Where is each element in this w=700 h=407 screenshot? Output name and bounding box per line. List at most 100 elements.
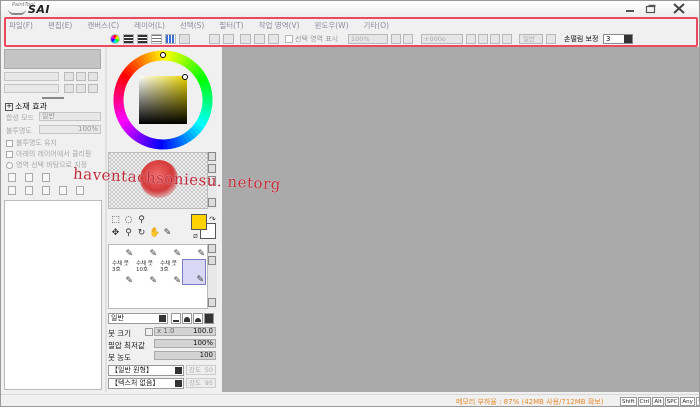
zoom-icon[interactable]: ⚲ bbox=[123, 228, 134, 239]
menu-select[interactable]: 선택(S) bbox=[180, 20, 204, 31]
menu-view[interactable]: 작업 영역(V) bbox=[259, 20, 300, 31]
deselect-icon[interactable] bbox=[240, 34, 251, 44]
select-source-radio[interactable] bbox=[6, 161, 13, 169]
navigator-angle-field[interactable] bbox=[4, 84, 59, 93]
protect-opacity-checkbox[interactable] bbox=[6, 139, 13, 147]
rotate-right-icon[interactable] bbox=[478, 34, 488, 44]
redo-icon[interactable] bbox=[223, 34, 234, 44]
hsv-slider-toggle-icon[interactable] bbox=[137, 34, 148, 44]
brush-scroll-down-icon[interactable] bbox=[208, 298, 216, 307]
stabilizer-select[interactable]: 3 bbox=[603, 34, 633, 44]
hue-picker-handle[interactable] bbox=[160, 52, 166, 58]
undo-icon[interactable] bbox=[209, 34, 220, 44]
rotate-reset-icon[interactable] bbox=[490, 34, 500, 44]
minimize-button[interactable] bbox=[622, 2, 638, 15]
canvas-area[interactable] bbox=[222, 47, 699, 392]
invert-selection-icon[interactable] bbox=[254, 34, 265, 44]
brush-shape-select[interactable]: 【일반 원형】 bbox=[108, 365, 184, 376]
clip-lower-checkbox[interactable] bbox=[6, 150, 13, 158]
nav-zoom-in-icon[interactable] bbox=[76, 72, 86, 81]
mixer-toggle-icon[interactable] bbox=[151, 34, 162, 44]
foreground-color-swatch[interactable] bbox=[191, 214, 207, 230]
blend-mode-select[interactable]: 일반 bbox=[108, 313, 168, 324]
hand-icon[interactable]: ✋ bbox=[149, 228, 160, 239]
brush-scroll-up-icon[interactable] bbox=[208, 244, 216, 253]
magic-wand-icon[interactable]: ⚲ bbox=[136, 215, 147, 226]
menu-window[interactable]: 윈도우(W) bbox=[315, 20, 349, 31]
merge-down-icon[interactable] bbox=[25, 186, 33, 195]
scratchpad-scroll-up-icon[interactable] bbox=[208, 152, 216, 161]
brush-slot-top-4[interactable]: ✎ bbox=[182, 246, 206, 259]
zoom-out-icon[interactable] bbox=[391, 34, 401, 44]
color-wheel-toggle-icon[interactable] bbox=[110, 34, 120, 44]
brush-slot-top-3[interactable]: ✎ bbox=[158, 246, 182, 259]
opacity-slider[interactable]: 100% bbox=[39, 125, 101, 134]
clear-layer-icon[interactable] bbox=[59, 186, 67, 195]
select-all-icon[interactable] bbox=[268, 34, 279, 44]
clip-lower-row[interactable]: 아래의 레이어에서 클리핑 bbox=[6, 149, 91, 159]
shape-strength-field[interactable]: 강도 50 bbox=[186, 365, 216, 375]
panel-divider[interactable] bbox=[42, 97, 64, 99]
nav-zoom-out-icon[interactable] bbox=[64, 72, 74, 81]
brush-slot-watercolor-3b[interactable]: 수채 붓 3호 ✎ bbox=[158, 259, 182, 286]
eyedropper-icon[interactable]: ✎ bbox=[162, 228, 173, 239]
menu-layer[interactable]: 레이어(L) bbox=[134, 20, 165, 31]
scratchpad-scroll-down-icon[interactable] bbox=[208, 198, 216, 207]
navigator-zoom-field[interactable] bbox=[4, 72, 59, 81]
texture-strength-field[interactable]: 강도 95 bbox=[186, 378, 216, 388]
brush-slot-selected[interactable]: ✎ bbox=[182, 259, 206, 285]
swap-colors-icon[interactable]: ↷ bbox=[207, 214, 218, 225]
tip-shape-2[interactable] bbox=[182, 313, 192, 324]
layer-list[interactable] bbox=[4, 200, 102, 390]
rotate-left-icon[interactable] bbox=[466, 34, 476, 44]
scratchpad-toggle-icon[interactable] bbox=[179, 34, 190, 44]
rotate-icon[interactable]: ↻ bbox=[136, 228, 147, 239]
new-folder-icon[interactable] bbox=[42, 173, 50, 182]
rect-select-icon[interactable]: ⬚ bbox=[110, 215, 121, 226]
texture-effect-header[interactable]: + 소재 효과 bbox=[5, 101, 47, 112]
new-linework-layer-icon[interactable] bbox=[25, 173, 33, 182]
brush-slot-top-2[interactable]: ✎ bbox=[134, 246, 158, 259]
transparent-color-icon[interactable]: ⧄ bbox=[190, 231, 201, 242]
tip-shape-1[interactable] bbox=[171, 313, 181, 324]
brush-size-toggle-icon[interactable] bbox=[145, 328, 153, 336]
brush-tool-icon[interactable] bbox=[208, 256, 216, 265]
rotation-field[interactable]: +000o bbox=[421, 34, 463, 44]
brush-slot-top-1[interactable]: ✎ bbox=[110, 246, 134, 259]
color-wheel[interactable] bbox=[113, 50, 213, 150]
menu-other[interactable]: 기타(O) bbox=[364, 20, 390, 31]
menu-filter[interactable]: 필터(T) bbox=[219, 20, 243, 31]
menu-file[interactable]: 파일(F) bbox=[9, 20, 33, 31]
blend-mode-select[interactable]: 일반 bbox=[39, 112, 101, 121]
copy-layer-icon[interactable] bbox=[8, 186, 16, 195]
delete-layer-icon[interactable] bbox=[76, 186, 84, 195]
density-slider[interactable]: 100 bbox=[154, 351, 216, 360]
move-icon[interactable]: ✥ bbox=[110, 228, 121, 239]
normal-mode-field[interactable]: 일반 bbox=[519, 34, 543, 44]
flatten-icon[interactable] bbox=[42, 186, 50, 195]
lasso-icon[interactable]: ◌ bbox=[123, 215, 134, 226]
min-size-slider[interactable]: 100% bbox=[154, 339, 216, 348]
texture-select[interactable]: 【텍스처 없음】 bbox=[108, 378, 184, 389]
nav-rotate-reset-icon[interactable] bbox=[88, 84, 98, 93]
brush-slot-watercolor-10[interactable]: 수채 붓 10호 ✎ bbox=[134, 259, 158, 286]
nav-rotate-right-icon[interactable] bbox=[76, 84, 86, 93]
maximize-button[interactable] bbox=[642, 2, 660, 15]
new-layer-icon[interactable] bbox=[8, 173, 16, 182]
flip-icon[interactable] bbox=[502, 34, 512, 44]
zoom-in-icon[interactable] bbox=[403, 34, 413, 44]
swatch-toggle-icon[interactable] bbox=[165, 34, 176, 44]
brush-size-slider[interactable]: x 1.0 100.0 bbox=[154, 327, 216, 336]
stabilizer-icon[interactable] bbox=[546, 34, 556, 44]
nav-reset-icon[interactable] bbox=[88, 72, 98, 81]
tip-shape-4[interactable] bbox=[204, 313, 214, 324]
close-button[interactable] bbox=[663, 2, 695, 15]
tip-shape-3[interactable] bbox=[193, 313, 203, 324]
brush-slot-watercolor-3[interactable]: 수채 붓 3호 ✎ bbox=[110, 259, 134, 286]
protect-opacity-row[interactable]: 불투명도 유지 bbox=[6, 138, 57, 148]
brush-grid-scrollbar[interactable] bbox=[208, 244, 217, 309]
show-selection-checkbox[interactable] bbox=[285, 35, 293, 43]
rgb-slider-toggle-icon[interactable] bbox=[123, 34, 134, 44]
sv-picker-handle[interactable] bbox=[182, 74, 188, 80]
zoom-field[interactable]: 100% bbox=[348, 34, 388, 44]
